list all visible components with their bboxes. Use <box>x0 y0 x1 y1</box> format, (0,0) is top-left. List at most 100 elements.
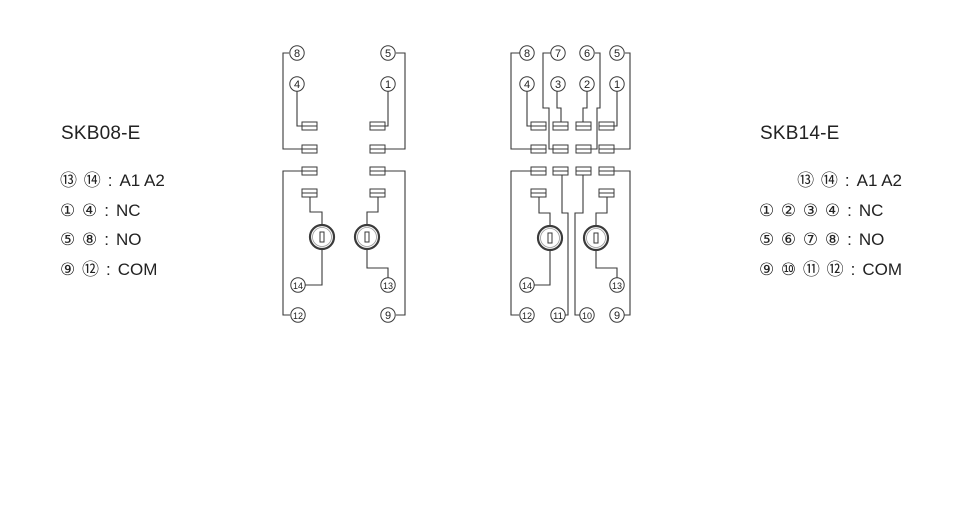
coil-indicator <box>536 224 564 252</box>
contact-slot <box>598 188 615 198</box>
terminal-4: 4 <box>519 76 535 92</box>
terminal-number: 8 <box>524 48 530 60</box>
contact-slot <box>530 121 547 131</box>
terminal-number: 5 <box>385 48 391 60</box>
terminal-2: 2 <box>579 76 595 92</box>
contact-slot <box>369 188 386 198</box>
coil-led <box>319 231 325 243</box>
wire-4 <box>526 91 531 127</box>
wire-11 <box>561 175 569 316</box>
contact-slot <box>552 144 569 154</box>
wire-8 <box>510 52 531 150</box>
terminal-13: 13 <box>609 277 625 293</box>
terminal-13: 13 <box>380 277 396 293</box>
terminal-number: 12 <box>293 311 303 322</box>
wire-10 <box>574 175 584 316</box>
wire-coil-right-top <box>595 197 608 226</box>
terminal-number: 14 <box>293 281 303 292</box>
terminal-11: 11 <box>550 307 566 323</box>
coil-led <box>593 232 599 244</box>
contact-slot <box>301 121 318 131</box>
terminal-number: 1 <box>614 79 620 91</box>
wire-5 <box>614 52 631 150</box>
terminal-number: 4 <box>524 79 530 91</box>
wire-coil-left-top <box>309 197 323 225</box>
wire-1 <box>385 91 389 127</box>
terminal-12: 12 <box>519 307 535 323</box>
terminal-number: 2 <box>584 79 590 91</box>
terminal-3: 3 <box>550 76 566 92</box>
coil-indicator <box>308 223 336 251</box>
coil-indicator <box>353 223 381 251</box>
contact-slot <box>598 121 615 131</box>
coil-indicator <box>582 224 610 252</box>
coil-led <box>547 232 553 244</box>
contact-slot <box>301 144 318 154</box>
terminal-number: 3 <box>555 79 561 91</box>
contact-slot <box>552 166 569 176</box>
terminal-12: 12 <box>290 307 306 323</box>
relay-socket-wiring-diagrams: 8 5 4 1 14 13 12 9 8 7 6 5 4 3 2 1 14 13 12 11 10 9 <box>282 45 631 323</box>
terminal-14: 14 <box>519 277 535 293</box>
terminal-number: 13 <box>612 281 622 292</box>
contact-slot <box>575 144 592 154</box>
terminal-9: 9 <box>609 307 625 323</box>
wire-9 <box>385 170 406 316</box>
terminal-number: 7 <box>555 48 561 60</box>
terminal-number: 12 <box>522 311 532 322</box>
wire-coil-right-top <box>366 197 379 225</box>
terminal-number: 13 <box>383 281 393 292</box>
skb08-wiring-diagram: 8 5 4 1 14 13 12 9 <box>282 45 406 323</box>
terminal-number: 1 <box>385 79 391 91</box>
terminal-number: 10 <box>582 311 592 322</box>
contact-slot <box>598 144 615 154</box>
contact-slot <box>575 121 592 131</box>
terminal-number: 11 <box>553 311 563 322</box>
wire-14 <box>305 249 323 286</box>
contact-slot <box>369 144 386 154</box>
terminal-1: 1 <box>380 76 396 92</box>
wire-1 <box>614 91 618 127</box>
terminal-number: 5 <box>614 48 620 60</box>
terminal-10: 10 <box>579 307 595 323</box>
terminal-1: 1 <box>609 76 625 92</box>
terminal-5: 5 <box>380 45 396 61</box>
wire-12 <box>282 170 302 316</box>
wire-6 <box>586 52 601 150</box>
terminal-4: 4 <box>289 76 305 92</box>
wire-8 <box>282 52 302 150</box>
wire-12 <box>510 170 531 316</box>
wire-9 <box>614 170 631 316</box>
terminal-9: 9 <box>380 307 396 323</box>
contact-slot <box>530 188 547 198</box>
terminal-5: 5 <box>609 45 625 61</box>
contact-slot <box>301 166 318 176</box>
contact-slot <box>369 121 386 131</box>
wire-3 <box>556 91 562 122</box>
terminal-number: 8 <box>294 48 300 60</box>
contact-slot <box>301 188 318 198</box>
wire-13 <box>366 249 389 278</box>
contact-slot <box>369 166 386 176</box>
wire-14 <box>534 250 551 286</box>
wire-4 <box>296 91 302 127</box>
wire-13 <box>595 250 618 278</box>
skb14-wiring-diagram: 8 7 6 5 4 3 2 1 14 13 12 11 10 9 <box>510 45 631 323</box>
terminal-number: 4 <box>294 79 300 91</box>
contact-slot <box>530 166 547 176</box>
terminal-6: 6 <box>579 45 595 61</box>
terminal-7: 7 <box>550 45 566 61</box>
contact-slot <box>598 166 615 176</box>
terminal-number: 6 <box>584 48 590 60</box>
contact-slot <box>530 144 547 154</box>
wire-coil-left-top <box>538 197 551 226</box>
terminal-number: 9 <box>385 310 391 322</box>
terminal-8: 8 <box>289 45 305 61</box>
terminal-14: 14 <box>290 277 306 293</box>
terminal-number: 9 <box>614 310 620 322</box>
terminal-8: 8 <box>519 45 535 61</box>
wire-2 <box>582 91 588 122</box>
contact-slot <box>575 166 592 176</box>
coil-led <box>364 231 370 243</box>
contact-slot <box>552 121 569 131</box>
